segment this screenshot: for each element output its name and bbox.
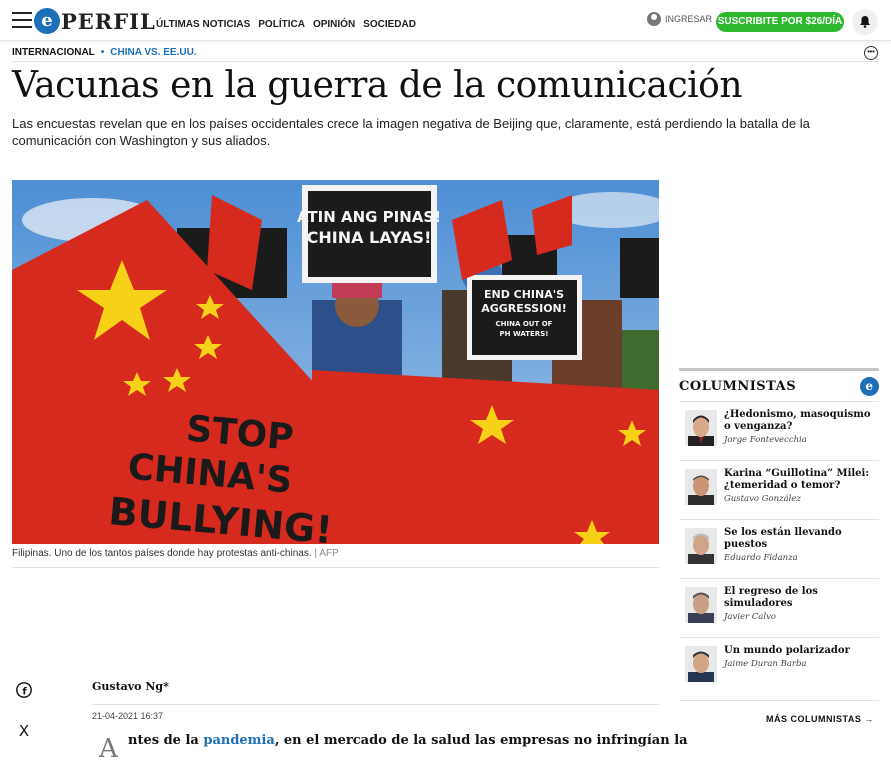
columnist-headline[interactable]: Karina “Guillotina” Milei: ¿temeridad o … bbox=[724, 468, 874, 492]
subscribe-button[interactable]: SUSCRIBITE POR $26/DÍA bbox=[716, 12, 844, 32]
logo-text: PERFIL bbox=[61, 8, 156, 34]
sign-2-line-3: CHINA OUT OF bbox=[496, 320, 553, 328]
columnist-author: Gustavo González bbox=[724, 494, 801, 504]
article-body: ntes de la pandemia, en el mercado de la… bbox=[128, 733, 688, 748]
user-icon bbox=[647, 12, 661, 26]
perfil-logo[interactable]: e PERFIL bbox=[34, 8, 156, 34]
avatar bbox=[685, 646, 717, 682]
sign-1-line-2: CHINA LAYAS! bbox=[307, 228, 432, 247]
facebook-share-icon[interactable]: f bbox=[16, 682, 32, 698]
article-photo: ATIN ANG PINAS! CHINA LAYAS! END CHINA'S… bbox=[12, 180, 659, 544]
columnist-author: Jaime Duran Barba bbox=[724, 659, 807, 669]
perfil-logo-icon: e bbox=[860, 377, 879, 396]
photo-caption-text: Filipinas. Uno de los tantos países dond… bbox=[12, 548, 312, 559]
columnist-item[interactable]: Karina “Guillotina” Milei: ¿temeridad o … bbox=[679, 460, 879, 519]
svg-text:X: X bbox=[19, 722, 29, 738]
avatar bbox=[685, 410, 717, 446]
avatar bbox=[685, 469, 717, 505]
nav-politica[interactable]: POLÍTICA bbox=[258, 19, 305, 30]
body-text-1: ntes de la bbox=[128, 733, 204, 748]
columnists-box: COLUMNISTAS e ¿Hedonismo, masoquismo o v… bbox=[679, 368, 879, 696]
columnists-title: COLUMNISTAS e bbox=[679, 377, 879, 401]
login-button[interactable]: INGRESAR bbox=[647, 12, 712, 26]
columnist-headline[interactable]: El regreso de los simuladores bbox=[724, 586, 874, 610]
columnist-item[interactable]: Se los están llevando puestos Eduardo Fi… bbox=[679, 519, 879, 578]
logo-mark: e bbox=[34, 8, 60, 34]
columnists-title-text: COLUMNISTAS bbox=[679, 379, 797, 394]
columnist-headline[interactable]: Se los están llevando puestos bbox=[724, 527, 874, 551]
protest-sign-1: ATIN ANG PINAS! CHINA LAYAS! bbox=[297, 185, 441, 283]
more-columnists-link[interactable]: MÁS COLUMNISTAS → bbox=[766, 714, 874, 724]
section-separator: • bbox=[100, 47, 105, 58]
columnists-topline bbox=[679, 368, 879, 371]
columnist-author: Eduardo Fidanza bbox=[724, 553, 798, 563]
body-text-2: , en el mercado de la salud las empresas… bbox=[274, 733, 688, 748]
avatar bbox=[685, 528, 717, 564]
columnists-bottom-divider bbox=[679, 700, 879, 701]
article-date: 21-04-2021 16:37 bbox=[92, 711, 164, 721]
section-breadcrumb: INTERNACIONAL • CHINA VS. EE.UU. ••• bbox=[12, 46, 878, 61]
columnist-author: Javier Calvo bbox=[724, 612, 777, 622]
article-headline: Vacunas en la guerra de la comunicación bbox=[12, 65, 743, 106]
article-author[interactable]: Gustavo Ng* bbox=[92, 680, 169, 693]
menu-icon[interactable] bbox=[12, 12, 32, 28]
nav-sociedad[interactable]: SOCIEDAD bbox=[363, 19, 416, 30]
article-lede: Las encuestas revelan que en los países … bbox=[12, 116, 810, 148]
divider bbox=[12, 61, 878, 62]
columnist-headline[interactable]: ¿Hedonismo, masoquismo o venganza? bbox=[724, 409, 874, 433]
photo-caption: Filipinas. Uno de los tantos países dond… bbox=[12, 548, 659, 559]
columnist-headline[interactable]: Un mundo polarizador bbox=[724, 645, 874, 657]
columnist-item[interactable]: El regreso de los simuladores Javier Cal… bbox=[679, 578, 879, 637]
columnist-item[interactable]: Un mundo polarizador Jaime Duran Barba bbox=[679, 637, 879, 696]
protest-sign-2: END CHINA'S AGGRESSION! CHINA OUT OF PH … bbox=[467, 275, 582, 360]
x-share-icon[interactable]: X bbox=[16, 722, 32, 740]
photo-credit: | AFP bbox=[314, 548, 339, 559]
section-china-vs-eeuu[interactable]: CHINA VS. EE.UU. bbox=[110, 47, 196, 58]
sign-1-line-1: ATIN ANG PINAS! bbox=[297, 208, 441, 226]
bell-icon[interactable] bbox=[852, 9, 878, 35]
pandemia-link[interactable]: pandemia bbox=[203, 733, 274, 748]
section-internacional[interactable]: INTERNACIONAL bbox=[12, 47, 95, 58]
top-bar: e PERFIL ÚLTIMAS NOTICIAS POLÍTICA OPINI… bbox=[0, 0, 891, 41]
columnist-author: Jorge Fontevecchia bbox=[724, 435, 807, 445]
protest-photo-illustration: ATIN ANG PINAS! CHINA LAYAS! END CHINA'S… bbox=[12, 180, 659, 544]
nav-opinion[interactable]: OPINIÓN bbox=[313, 19, 355, 30]
sign-2-line-2: AGGRESSION! bbox=[481, 302, 567, 315]
sign-2-line-4: PH WATERS! bbox=[500, 330, 549, 338]
sign-2-line-1: END CHINA'S bbox=[484, 288, 564, 301]
body-dropcap: A bbox=[99, 734, 118, 764]
columnist-item[interactable]: ¿Hedonismo, masoquismo o venganza? Jorge… bbox=[679, 401, 879, 460]
login-label: INGRESAR bbox=[665, 14, 713, 24]
author-divider bbox=[92, 704, 659, 705]
comment-icon[interactable]: ••• bbox=[864, 46, 878, 60]
avatar bbox=[685, 587, 717, 623]
caption-divider bbox=[12, 567, 659, 568]
main-nav: ÚLTIMAS NOTICIAS POLÍTICA OPINIÓN SOCIED… bbox=[156, 19, 416, 30]
svg-text:f: f bbox=[22, 687, 27, 698]
nav-ultimas-noticias[interactable]: ÚLTIMAS NOTICIAS bbox=[156, 19, 250, 30]
